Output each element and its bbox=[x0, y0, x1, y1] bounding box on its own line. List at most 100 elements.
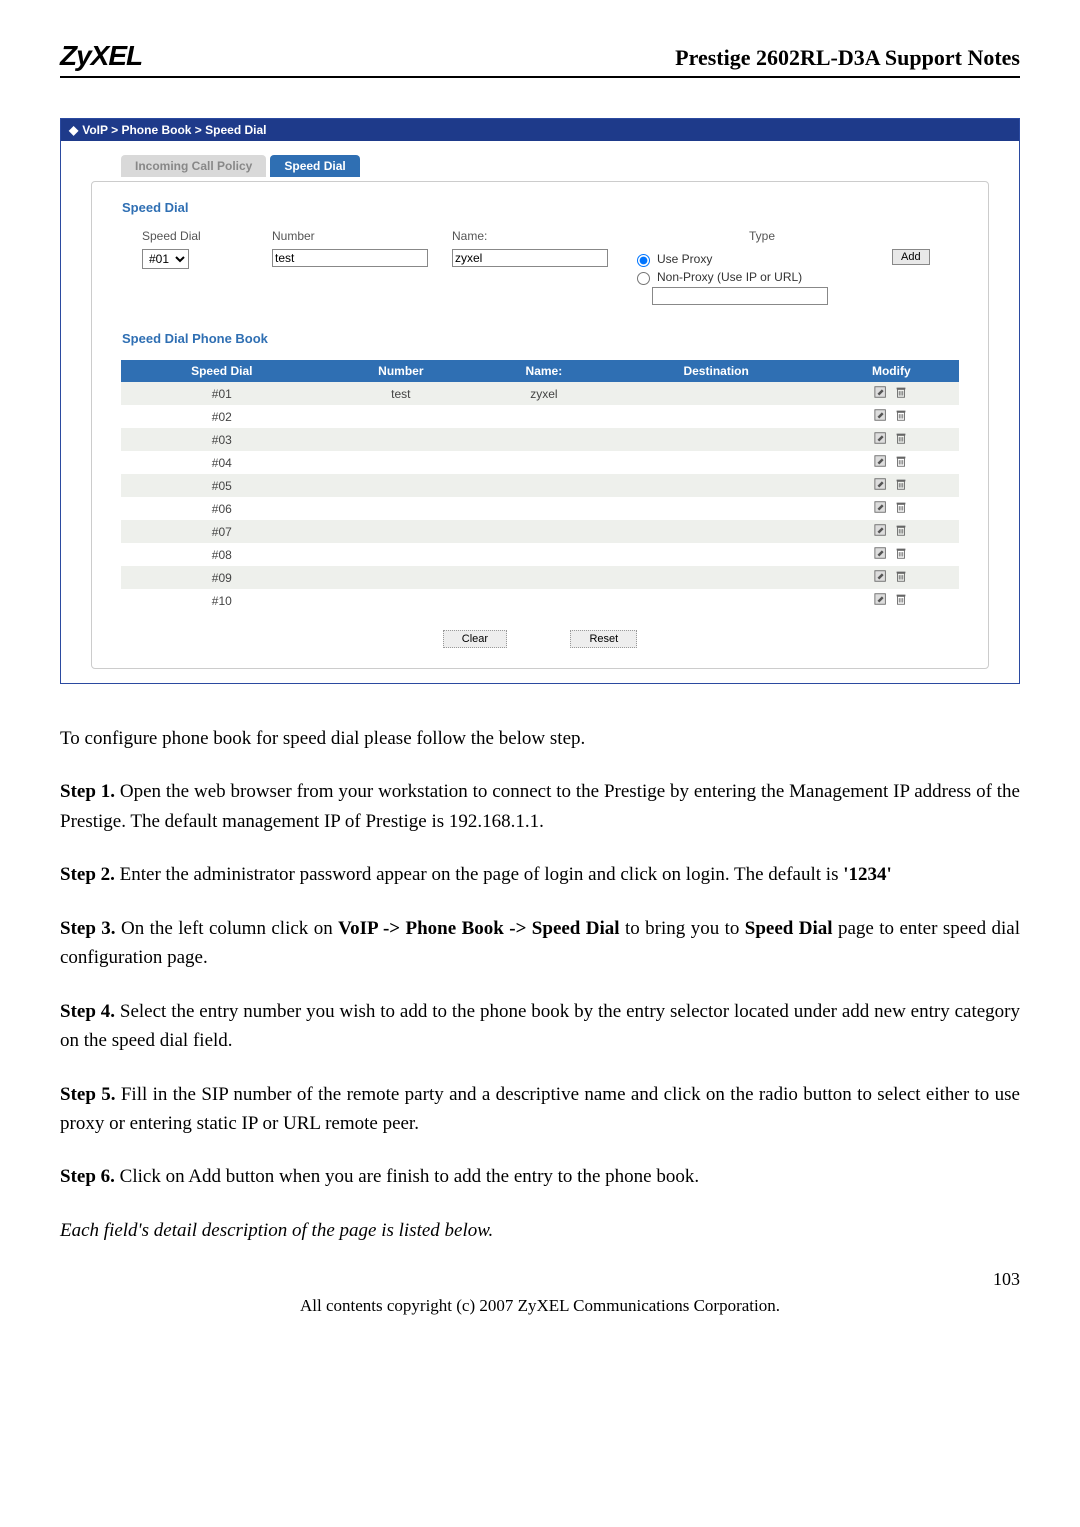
cell-id: #03 bbox=[121, 428, 323, 451]
cell-number: test bbox=[323, 382, 479, 405]
delete-icon[interactable] bbox=[894, 385, 908, 402]
number-input[interactable] bbox=[272, 249, 428, 267]
breadcrumb: ◆ VoIP > Phone Book > Speed Dial bbox=[61, 119, 1019, 141]
table-row: #08 bbox=[121, 543, 960, 566]
table-row: #01testzyxel bbox=[121, 382, 960, 405]
edit-icon[interactable] bbox=[874, 523, 888, 540]
cell-id: #06 bbox=[121, 497, 323, 520]
cell-dest bbox=[609, 566, 823, 589]
edit-icon[interactable] bbox=[874, 385, 888, 402]
th-name: Name: bbox=[479, 360, 609, 382]
cell-name bbox=[479, 405, 609, 428]
table-row: #03 bbox=[121, 428, 960, 451]
main-panel: Speed Dial Speed Dial Number Name: Type … bbox=[91, 181, 989, 669]
cell-name bbox=[479, 589, 609, 612]
step5: Step 5. Fill in the SIP number of the re… bbox=[60, 1080, 1020, 1139]
delete-icon[interactable] bbox=[894, 569, 908, 586]
cell-dest bbox=[609, 474, 823, 497]
delete-icon[interactable] bbox=[894, 523, 908, 540]
tab-incoming-call-policy[interactable]: Incoming Call Policy bbox=[121, 155, 266, 177]
th-speed-dial: Speed Dial bbox=[121, 360, 323, 382]
edit-icon[interactable] bbox=[874, 500, 888, 517]
cell-id: #08 bbox=[121, 543, 323, 566]
use-proxy-radio[interactable] bbox=[637, 254, 650, 267]
edit-icon[interactable] bbox=[874, 592, 888, 609]
table-row: #04 bbox=[121, 451, 960, 474]
step3: Step 3. On the left column click on VoIP… bbox=[60, 914, 1020, 973]
cell-name bbox=[479, 543, 609, 566]
col-name: Name: bbox=[452, 229, 632, 243]
cell-number bbox=[323, 497, 479, 520]
delete-icon[interactable] bbox=[894, 546, 908, 563]
edit-icon[interactable] bbox=[874, 408, 888, 425]
delete-icon[interactable] bbox=[894, 500, 908, 517]
non-proxy-url-input[interactable] bbox=[652, 287, 828, 305]
table-row: #02 bbox=[121, 405, 960, 428]
cell-dest bbox=[609, 520, 823, 543]
cell-id: #05 bbox=[121, 474, 323, 497]
cell-number bbox=[323, 520, 479, 543]
name-input[interactable] bbox=[452, 249, 608, 267]
edit-icon[interactable] bbox=[874, 546, 888, 563]
speed-dial-select[interactable]: #01 bbox=[142, 249, 189, 269]
logo: ZyXEL bbox=[60, 40, 142, 72]
tab-speed-dial[interactable]: Speed Dial bbox=[270, 155, 359, 177]
non-proxy-label: Non-Proxy (Use IP or URL) bbox=[657, 270, 802, 284]
edit-icon[interactable] bbox=[874, 569, 888, 586]
col-number: Number bbox=[272, 229, 452, 243]
step1: Step 1. Open the web browser from your w… bbox=[60, 777, 1020, 836]
step4: Step 4. Select the entry number you wish… bbox=[60, 997, 1020, 1056]
cell-dest bbox=[609, 405, 823, 428]
th-number: Number bbox=[323, 360, 479, 382]
reset-button[interactable]: Reset bbox=[570, 630, 637, 648]
non-proxy-radio[interactable] bbox=[637, 272, 650, 285]
edit-icon[interactable] bbox=[874, 454, 888, 471]
cell-number bbox=[323, 405, 479, 428]
cell-dest bbox=[609, 382, 823, 405]
cell-id: #02 bbox=[121, 405, 323, 428]
th-modify: Modify bbox=[823, 360, 959, 382]
step6: Step 6. Click on Add button when you are… bbox=[60, 1162, 1020, 1191]
cell-id: #10 bbox=[121, 589, 323, 612]
table-row: #10 bbox=[121, 589, 960, 612]
delete-icon[interactable] bbox=[894, 592, 908, 609]
cell-name bbox=[479, 520, 609, 543]
cell-number bbox=[323, 451, 479, 474]
delete-icon[interactable] bbox=[894, 454, 908, 471]
cell-name bbox=[479, 428, 609, 451]
cell-id: #04 bbox=[121, 451, 323, 474]
section-phone-book-title: Speed Dial Phone Book bbox=[122, 331, 968, 346]
th-destination: Destination bbox=[609, 360, 823, 382]
delete-icon[interactable] bbox=[894, 431, 908, 448]
col-type: Type bbox=[632, 229, 892, 243]
cell-name bbox=[479, 497, 609, 520]
cell-number bbox=[323, 543, 479, 566]
delete-icon[interactable] bbox=[894, 408, 908, 425]
step2: Step 2. Enter the administrator password… bbox=[60, 860, 1020, 889]
footer: All contents copyright (c) 2007 ZyXEL Co… bbox=[60, 1296, 1020, 1316]
cell-number bbox=[323, 428, 479, 451]
cell-id: #01 bbox=[121, 382, 323, 405]
cell-number bbox=[323, 566, 479, 589]
page-number: 103 bbox=[60, 1269, 1020, 1290]
cell-name bbox=[479, 474, 609, 497]
edit-icon[interactable] bbox=[874, 431, 888, 448]
page-header: ZyXEL Prestige 2602RL-D3A Support Notes bbox=[60, 40, 1020, 78]
delete-icon[interactable] bbox=[894, 477, 908, 494]
section-speed-dial-title: Speed Dial bbox=[122, 200, 968, 215]
tabs: Incoming Call Policy Speed Dial bbox=[121, 155, 989, 177]
table-row: #09 bbox=[121, 566, 960, 589]
cell-dest bbox=[609, 451, 823, 474]
clear-button[interactable]: Clear bbox=[443, 630, 507, 648]
add-button[interactable]: Add bbox=[892, 249, 930, 265]
breadcrumb-text: VoIP > Phone Book > Speed Dial bbox=[82, 123, 266, 137]
table-row: #05 bbox=[121, 474, 960, 497]
diamond-icon: ◆ bbox=[69, 123, 78, 137]
cell-number bbox=[323, 589, 479, 612]
col-speed-dial: Speed Dial bbox=[142, 229, 272, 243]
intro-text: To configure phone book for speed dial p… bbox=[60, 724, 1020, 753]
screenshot-panel: ◆ VoIP > Phone Book > Speed Dial Incoming… bbox=[60, 118, 1020, 684]
cell-name: zyxel bbox=[479, 382, 609, 405]
edit-icon[interactable] bbox=[874, 477, 888, 494]
table-row: #06 bbox=[121, 497, 960, 520]
